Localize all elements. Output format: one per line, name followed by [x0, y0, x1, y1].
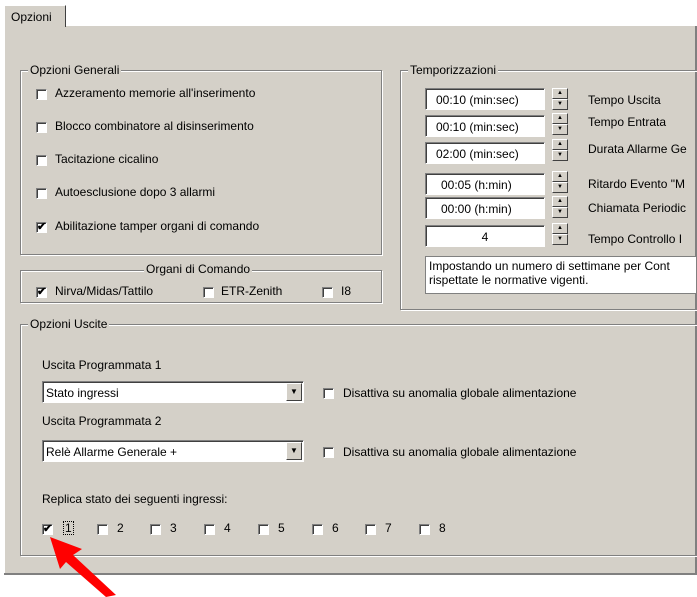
timings-note-line-2: rispettate le normative vigenti.: [429, 273, 589, 287]
timing-field-5[interactable]: 4: [425, 225, 545, 247]
arrow-shape: [50, 537, 116, 597]
organ-label-nirva: Nirva/Midas/Tattilo: [55, 284, 154, 298]
timing-field-0[interactable]: 00:10 (min:sec): [425, 88, 545, 110]
output2-option-label: Disattiva su anomalia globale alimentazi…: [343, 445, 577, 459]
output1-dropdown-icon[interactable]: ▼: [286, 383, 302, 401]
timing-label-4: Chiamata Periodic: [588, 201, 687, 215]
spin-down-icon[interactable]: ▼: [552, 124, 568, 135]
general-label-4: Abilitazione tamper organi di comando: [55, 219, 260, 233]
output1-title: Uscita Programmata 1: [42, 358, 162, 372]
pointer-arrow-icon: [50, 537, 116, 597]
timing-label-3: Ritardo Evento "M: [588, 177, 685, 191]
check-icon: ✔: [37, 286, 47, 298]
input-label-1: 1: [63, 521, 74, 535]
general-label-0: Azzeramento memorie all'inserimento: [55, 86, 256, 100]
timing-field-4[interactable]: 00:00 (h:min): [425, 197, 545, 219]
spin-down-icon[interactable]: ▼: [552, 99, 568, 110]
general-label-2: Tacitazione cicalino: [55, 152, 159, 166]
spin-up-icon[interactable]: ▲: [552, 88, 568, 99]
timing-field-1[interactable]: 00:10 (min:sec): [425, 115, 545, 137]
input-checkbox-6[interactable]: [312, 524, 323, 535]
input-label-2: 2: [117, 521, 124, 535]
timings-note-line-1: Impostando un numero di settimane per Co…: [429, 259, 670, 273]
input-checkbox-5[interactable]: [258, 524, 269, 535]
timing-spinner-3[interactable]: ▲ ▼: [552, 171, 568, 193]
timing-label-1: Tempo Entrata: [588, 115, 667, 129]
organ-label-etr: ETR-Zenith: [221, 284, 283, 298]
spin-down-icon[interactable]: ▼: [552, 150, 568, 161]
general-label-1: Blocco combinatore al disinserimento: [55, 119, 254, 133]
timing-field-3[interactable]: 00:05 (h:min): [425, 173, 545, 195]
timing-label-0: Tempo Uscita: [588, 93, 661, 107]
general-label-3: Autoesclusione dopo 3 allarmi: [55, 185, 216, 199]
spin-up-icon[interactable]: ▲: [552, 171, 568, 182]
output1-select[interactable]: Stato ingressi: [42, 381, 304, 403]
spin-down-icon[interactable]: ▼: [552, 234, 568, 245]
general-checkbox-4[interactable]: ✔: [36, 222, 47, 233]
output2-dropdown-icon[interactable]: ▼: [286, 442, 302, 460]
timing-field-2[interactable]: 02:00 (min:sec): [425, 142, 545, 164]
input-checkbox-4[interactable]: [204, 524, 215, 535]
timings-legend: Temporizzazioni: [408, 63, 499, 77]
input-checkbox-2[interactable]: [97, 524, 108, 535]
output-options-legend: Opzioni Uscite: [28, 317, 110, 331]
spin-down-icon[interactable]: ▼: [552, 182, 568, 193]
general-checkbox-0[interactable]: [36, 89, 47, 100]
input-label-5: 5: [278, 521, 285, 535]
input-label-7: 7: [385, 521, 392, 535]
input-checkbox-1[interactable]: ✔: [42, 524, 53, 535]
input-label-4: 4: [224, 521, 231, 535]
output1-option-label: Disattiva su anomalia globale alimentazi…: [343, 386, 577, 400]
timing-spinner-1[interactable]: ▲ ▼: [552, 113, 568, 135]
input-label-3: 3: [170, 521, 177, 535]
spin-up-icon[interactable]: ▲: [552, 223, 568, 234]
check-icon: ✔: [37, 221, 47, 233]
timing-spinner-5[interactable]: ▲ ▼: [552, 223, 568, 245]
general-checkbox-2[interactable]: [36, 155, 47, 166]
input-checkbox-7[interactable]: [365, 524, 376, 535]
input-checkbox-3[interactable]: [150, 524, 161, 535]
timing-label-5: Tempo Controllo I: [588, 232, 683, 246]
input-label-6: 6: [332, 521, 339, 535]
check-icon: ✔: [43, 523, 53, 535]
input-label-8: 8: [439, 521, 446, 535]
tab-opzioni[interactable]: Opzioni: [4, 5, 66, 27]
output2-select[interactable]: Relè Allarme Generale +: [42, 440, 304, 462]
timing-spinner-2[interactable]: ▲ ▼: [552, 139, 568, 161]
general-options-legend: Opzioni Generali: [28, 63, 122, 77]
command-organs-legend: Organi di Comando: [144, 262, 253, 276]
timings-note: Impostando un numero di settimane per Co…: [425, 256, 697, 294]
organ-label-i8: I8: [341, 284, 352, 298]
timing-spinner-4[interactable]: ▲ ▼: [552, 196, 568, 218]
input-checkbox-8[interactable]: [419, 524, 430, 535]
timing-spinner-0[interactable]: ▲ ▼: [552, 88, 568, 110]
general-checkbox-3[interactable]: [36, 188, 47, 199]
spin-down-icon[interactable]: ▼: [552, 207, 568, 218]
tab-label: Opzioni: [11, 10, 52, 24]
replica-label: Replica stato dei seguenti ingressi:: [42, 492, 228, 506]
output1-option-checkbox[interactable]: [323, 388, 334, 399]
timing-label-2: Durata Allarme Ge: [588, 142, 687, 156]
output2-option-checkbox[interactable]: [323, 447, 334, 458]
spin-up-icon[interactable]: ▲: [552, 196, 568, 207]
general-checkbox-1[interactable]: [36, 122, 47, 133]
output2-title: Uscita Programmata 2: [42, 414, 162, 428]
spin-up-icon[interactable]: ▲: [552, 113, 568, 124]
spin-up-icon[interactable]: ▲: [552, 139, 568, 150]
organ-checkbox-etr[interactable]: [203, 287, 214, 298]
organ-checkbox-nirva[interactable]: ✔: [36, 287, 47, 298]
organ-checkbox-i8[interactable]: [322, 287, 333, 298]
